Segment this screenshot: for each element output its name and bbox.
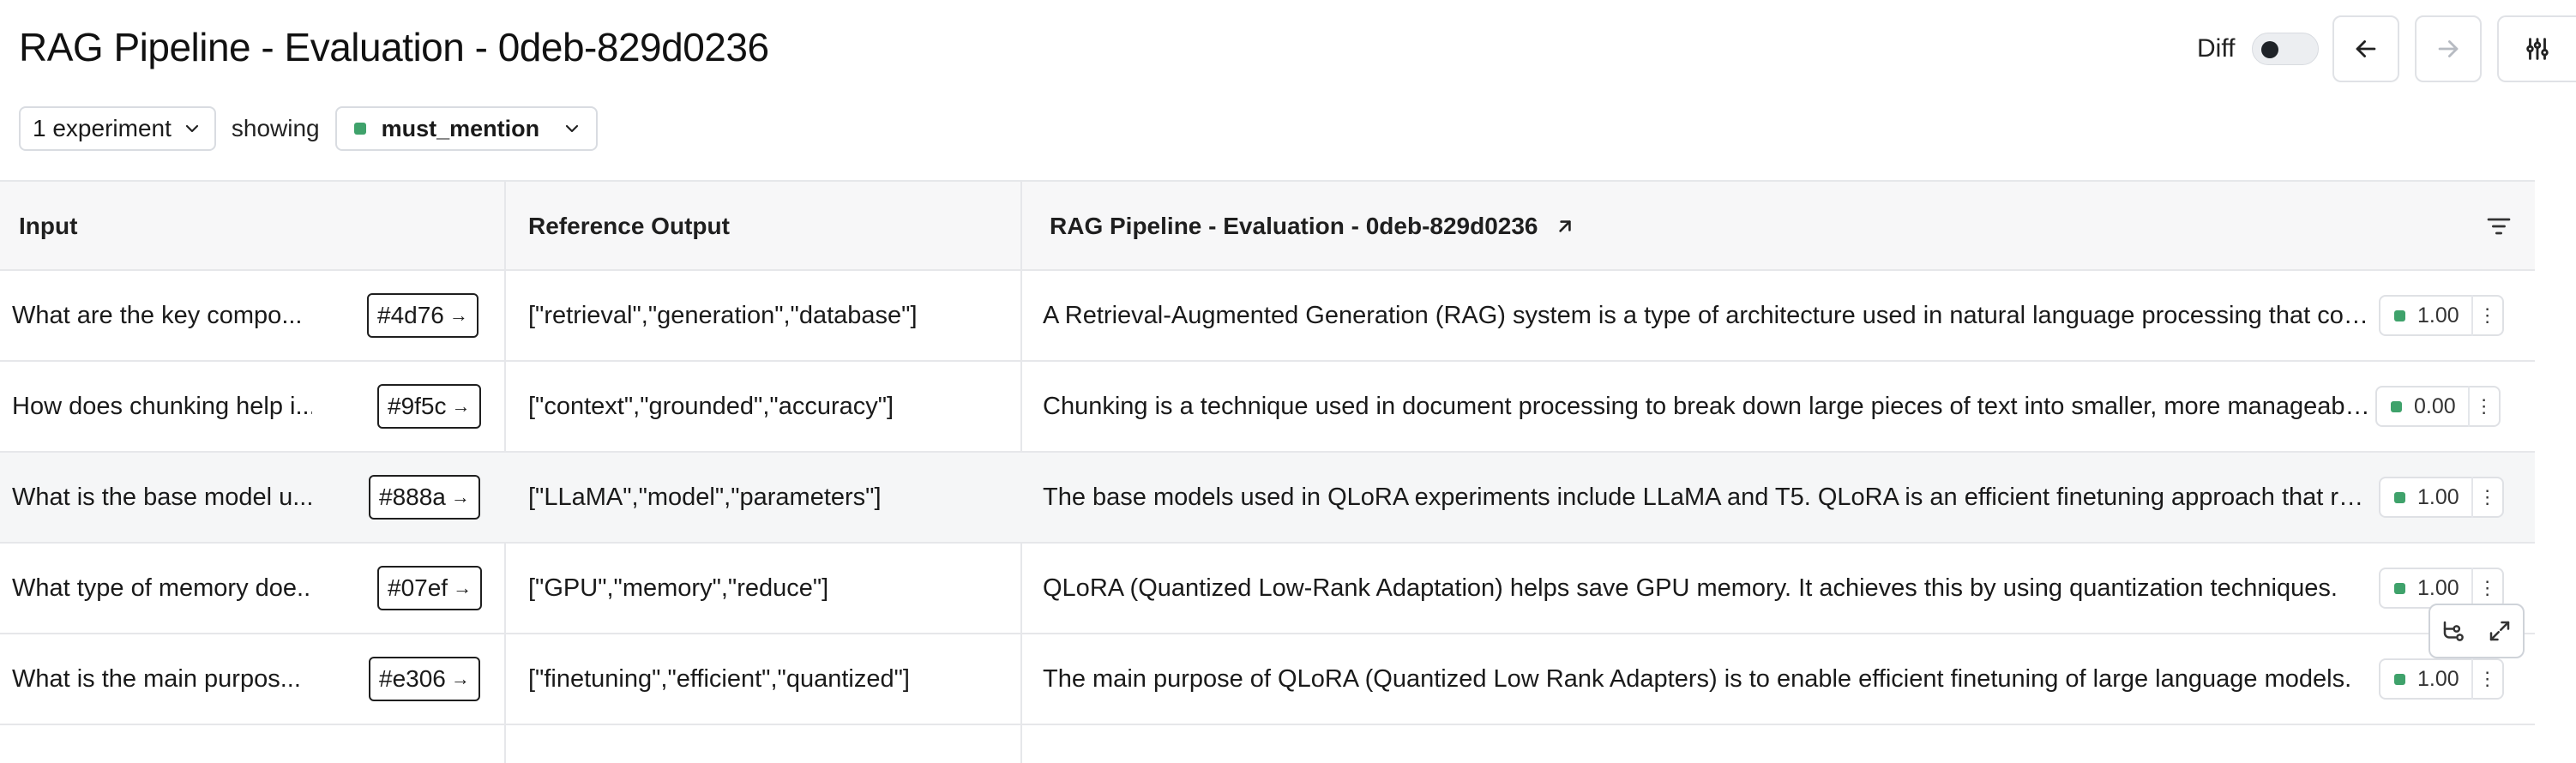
input-cell[interactable]: What type of memory doe... bbox=[12, 544, 312, 633]
toggle-knob bbox=[2261, 41, 2278, 58]
trace-icon[interactable] bbox=[2441, 618, 2466, 644]
more-vertical-icon[interactable]: ⋮ bbox=[2473, 304, 2502, 327]
feedback-score-chip[interactable]: 1.00 ⋮ bbox=[2379, 658, 2504, 700]
reference-output-cell[interactable]: ["LLaMA","model","parameters"] bbox=[528, 453, 1008, 542]
column-header-reference-output[interactable]: Reference Output bbox=[506, 182, 1020, 271]
feedback-score: 1.00 bbox=[2417, 575, 2459, 600]
reference-output-cell[interactable]: ["retrieval","generation","database"] bbox=[528, 271, 1008, 360]
settings-button[interactable] bbox=[2497, 15, 2576, 82]
experiments-select-value: 1 experiment bbox=[33, 115, 172, 141]
feedback-score-chip[interactable]: 1.00 ⋮ bbox=[2379, 295, 2504, 336]
experiments-select[interactable]: 1 experiment bbox=[19, 106, 216, 151]
column-header-label: RAG Pipeline - Evaluation - 0deb-829d023… bbox=[1050, 213, 1538, 239]
column-header-label: Reference Output bbox=[528, 213, 730, 239]
previous-button[interactable] bbox=[2332, 15, 2399, 82]
results-table: Input Reference Output RAG Pipeline - Ev… bbox=[0, 180, 2535, 763]
arrow-right-icon: → bbox=[451, 395, 471, 417]
feedback-color-dot bbox=[2391, 400, 2402, 412]
arrow-right-icon bbox=[2438, 40, 2459, 57]
input-cell[interactable]: How does chunking help i... bbox=[12, 362, 312, 451]
reference-output-cell[interactable]: ["context","grounded","accuracy"] bbox=[528, 362, 1008, 451]
table-row[interactable]: How does chunking help i... #9f5c → ["con… bbox=[0, 362, 2535, 453]
feedback-score: 1.00 bbox=[2417, 666, 2459, 691]
showing-label: showing bbox=[231, 115, 320, 141]
feedback-score-chip[interactable]: 1.00 ⋮ bbox=[2379, 477, 2504, 518]
feedback-score-chip[interactable]: 1.00 ⋮ bbox=[2379, 568, 2504, 609]
table-row[interactable]: What is the base model u... #888a → ["LLa… bbox=[0, 453, 2535, 544]
feedback-score: 0.00 bbox=[2414, 394, 2456, 418]
arrow-right-icon: → bbox=[450, 668, 470, 689]
feedback-color-dot bbox=[353, 123, 366, 135]
feedback-score-chip[interactable]: 0.00 ⋮ bbox=[2375, 386, 2501, 427]
feedback-color-dot bbox=[2394, 309, 2405, 321]
page-header: RAG Pipeline - Evaluation - 0deb-829d023… bbox=[0, 0, 2576, 180]
input-cell[interactable]: What is the base model u... bbox=[12, 453, 312, 542]
arrow-right-icon: → bbox=[448, 304, 468, 326]
reference-output-cell[interactable]: ["finetuning","efficient","quantized"] bbox=[528, 634, 1008, 724]
experiment-output-cell[interactable]: Chunking is a technique used in document… bbox=[1043, 362, 2370, 451]
example-id-link[interactable]: #888a → bbox=[369, 475, 480, 520]
example-id: #07ef bbox=[388, 574, 448, 601]
more-vertical-icon[interactable]: ⋮ bbox=[2473, 577, 2502, 599]
example-id-link[interactable]: #e306 → bbox=[369, 657, 480, 701]
arrow-right-icon: → bbox=[450, 486, 470, 508]
column-header-input[interactable]: Input bbox=[0, 182, 504, 271]
chevron-down-icon bbox=[566, 124, 579, 133]
row-hover-toolbar bbox=[2429, 604, 2525, 658]
feedback-key-select[interactable]: must_mention bbox=[334, 106, 599, 151]
example-id: #9f5c bbox=[388, 393, 447, 419]
example-id: #4d76 bbox=[377, 302, 444, 328]
feedback-key-value: must_mention bbox=[381, 115, 540, 141]
more-vertical-icon[interactable]: ⋮ bbox=[2473, 668, 2502, 690]
feedback-color-dot bbox=[2394, 582, 2405, 594]
input-cell[interactable]: What is the main purpos... bbox=[12, 634, 312, 724]
more-vertical-icon[interactable]: ⋮ bbox=[2470, 395, 2499, 418]
expand-icon[interactable] bbox=[2487, 618, 2513, 644]
example-id-link[interactable]: #07ef → bbox=[377, 566, 483, 610]
experiment-output-cell[interactable]: The base models used in QLoRA experiment… bbox=[1043, 453, 2370, 542]
filter-bar: 1 experiment showing must_mention bbox=[19, 105, 599, 153]
next-button[interactable] bbox=[2415, 15, 2482, 82]
table-row[interactable]: What is the main purpos... #e306 → ["fine… bbox=[0, 634, 2535, 725]
feedback-score: 1.00 bbox=[2417, 484, 2459, 509]
experiment-output-cell[interactable]: QLoRA (Quantized Low-Rank Adaptation) he… bbox=[1043, 544, 2370, 633]
table-row[interactable]: What type of memory doe... #07ef → ["GPU"… bbox=[0, 544, 2535, 634]
arrow-left-icon bbox=[2356, 40, 2376, 57]
feedback-color-dot bbox=[2394, 673, 2405, 685]
example-id: #e306 bbox=[379, 665, 446, 692]
arrow-right-icon: → bbox=[453, 577, 472, 598]
example-id-link[interactable]: #4d76 → bbox=[367, 293, 478, 338]
experiment-output-cell[interactable]: A Retrieval-Augmented Generation (RAG) s… bbox=[1043, 271, 2370, 360]
reference-output-cell[interactable]: ["GPU","memory","reduce"] bbox=[528, 544, 1008, 633]
diff-label: Diff bbox=[2197, 34, 2236, 63]
sliders-icon bbox=[2526, 38, 2549, 60]
page-title: RAG Pipeline - Evaluation - 0deb-829d023… bbox=[19, 25, 769, 69]
arrow-up-right-icon[interactable] bbox=[1554, 215, 1576, 237]
more-vertical-icon[interactable]: ⋮ bbox=[2473, 486, 2502, 508]
chevron-down-icon bbox=[185, 124, 198, 133]
table-row[interactable]: What are the key compo... #4d76 → ["retri… bbox=[0, 271, 2535, 362]
experiment-output-cell[interactable]: The main purpose of QLoRA (Quantized Low… bbox=[1043, 634, 2370, 724]
feedback-score: 1.00 bbox=[2417, 303, 2459, 327]
input-cell[interactable]: What are the key compo... bbox=[12, 271, 312, 360]
example-id-link[interactable]: #9f5c → bbox=[377, 384, 481, 429]
feedback-color-dot bbox=[2394, 491, 2405, 503]
table-header: Input Reference Output RAG Pipeline - Ev… bbox=[0, 180, 2535, 271]
column-header-experiment[interactable]: RAG Pipeline - Evaluation - 0deb-829d023… bbox=[1022, 182, 2535, 271]
column-header-label: Input bbox=[19, 213, 78, 239]
diff-toggle[interactable] bbox=[2252, 33, 2319, 65]
filter-lines-icon[interactable] bbox=[2485, 213, 2513, 240]
example-id: #888a bbox=[379, 484, 446, 510]
